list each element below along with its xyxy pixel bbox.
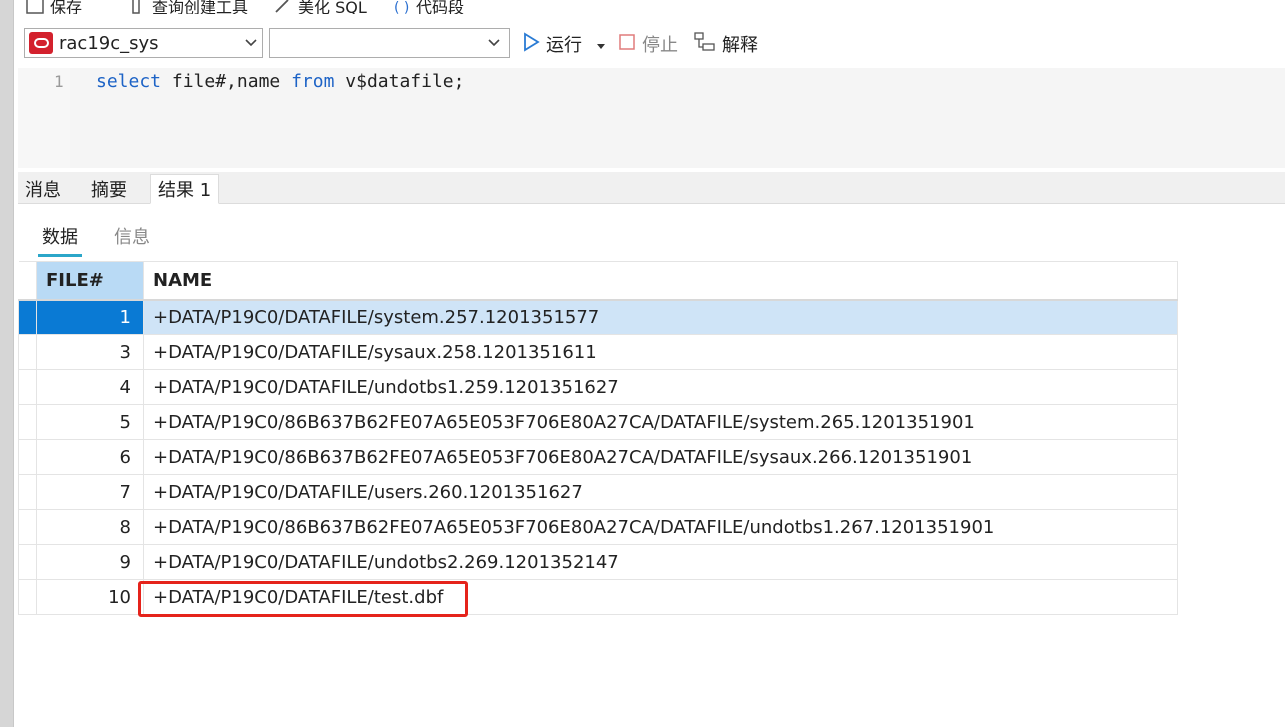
connection-value: rac19c_sys: [59, 32, 159, 54]
caret-down-icon: [596, 34, 606, 55]
query-builder-label: 查询创建工具: [152, 0, 249, 14]
result-tabs: 消息 摘要 结果 1: [18, 172, 1285, 204]
save-button[interactable]: 保存: [26, 0, 82, 14]
keyword-from: from: [291, 71, 335, 92]
top-toolbar: 保存 查询创建工具 美化 SQL ( ) 代码段: [18, 0, 1285, 14]
row-marker[interactable]: [18, 544, 37, 580]
table-row[interactable]: 4 +DATA/P19C0/DATAFILE/undotbs1.259.12013…: [18, 369, 1178, 405]
line-number: 1: [54, 72, 64, 91]
table-row[interactable]: 7 +DATA/P19C0/DATAFILE/users.260.12013516…: [18, 474, 1178, 510]
result-sub-tabs: 数据 信息: [18, 205, 1285, 261]
table-row[interactable]: 3 +DATA/P19C0/DATAFILE/sysaux.258.1201351…: [18, 334, 1178, 370]
play-icon: [522, 31, 540, 57]
row-marker[interactable]: [18, 299, 37, 335]
code-line: select file#,name from v$datafile;: [96, 71, 464, 92]
save-icon: [26, 0, 44, 14]
table-row[interactable]: 1 +DATA/P19C0/DATAFILE/system.257.1201351…: [18, 299, 1178, 335]
cell-name[interactable]: +DATA/P19C0/DATAFILE/undotbs2.269.120135…: [143, 544, 1178, 580]
query-builder-button[interactable]: 查询创建工具: [128, 0, 248, 14]
table-row[interactable]: 9 +DATA/P19C0/DATAFILE/undotbs2.269.12013…: [18, 544, 1178, 580]
tab-info[interactable]: 信息: [114, 223, 150, 249]
tab-result-1[interactable]: 结果 1: [150, 174, 220, 204]
cell-file[interactable]: 6: [36, 439, 144, 475]
row-marker[interactable]: [18, 474, 37, 510]
row-header-corner: [18, 261, 37, 301]
beautify-sql-button[interactable]: 美化 SQL: [274, 0, 367, 14]
cell-name[interactable]: +DATA/P19C0/DATAFILE/undotbs1.259.120135…: [143, 369, 1178, 405]
tab-data[interactable]: 数据: [38, 223, 82, 257]
connection-select[interactable]: rac19c_sys: [24, 28, 263, 58]
snippet-button[interactable]: ( ) 代码段: [392, 0, 464, 14]
chevron-down-icon: [240, 29, 262, 57]
stop-icon: [618, 33, 636, 56]
query-toolbar: rac19c_sys 运行 停止 解释: [18, 24, 1285, 66]
row-marker[interactable]: [18, 334, 37, 370]
row-marker[interactable]: [18, 369, 37, 405]
cell-name[interactable]: +DATA/P19C0/86B637B62FE07A65E053F706E80A…: [143, 439, 1178, 475]
table-row[interactable]: 8 +DATA/P19C0/86B637B62FE07A65E053F706E80…: [18, 509, 1178, 545]
cell-file[interactable]: 3: [36, 334, 144, 370]
explain-icon: [694, 31, 716, 57]
tab-messages[interactable]: 消息: [18, 174, 68, 204]
column-header-file[interactable]: FILE#: [36, 261, 144, 301]
magic-wand-icon: [274, 0, 292, 14]
save-label: 保存: [50, 0, 83, 14]
grid-body: 1 +DATA/P19C0/DATAFILE/system.257.1201351…: [18, 299, 1178, 615]
result-grid: FILE# NAME 1 +DATA/P19C0/DATAFILE/system.…: [18, 261, 1285, 727]
stop-button[interactable]: 停止: [618, 30, 678, 58]
cell-name[interactable]: +DATA/P19C0/86B637B62FE07A65E053F706E80A…: [143, 509, 1178, 545]
cell-name[interactable]: +DATA/P19C0/DATAFILE/users.260.120135162…: [143, 474, 1178, 510]
code-area[interactable]: select file#,name from v$datafile;: [70, 68, 1285, 168]
code-text: file#,name: [161, 71, 292, 92]
column-header-name[interactable]: NAME: [143, 261, 1178, 301]
keyword-select: select: [96, 71, 162, 92]
row-marker[interactable]: [18, 439, 37, 475]
code-text: v$datafile;: [334, 71, 465, 92]
row-marker[interactable]: [18, 404, 37, 440]
cell-file[interactable]: 1: [36, 299, 144, 335]
row-marker[interactable]: [18, 579, 37, 615]
table-row[interactable]: 5 +DATA/P19C0/86B637B62FE07A65E053F706E80…: [18, 404, 1178, 440]
chevron-down-icon: [483, 29, 505, 57]
beautify-sql-label: 美化 SQL: [298, 0, 367, 14]
run-button[interactable]: 运行: [522, 30, 582, 58]
cell-file[interactable]: 10: [36, 579, 144, 615]
tab-summary[interactable]: 摘要: [84, 174, 134, 204]
header-row: FILE# NAME: [18, 261, 1178, 301]
line-number-gutter: 1: [18, 68, 70, 168]
explain-button[interactable]: 解释: [694, 30, 758, 58]
run-label: 运行: [546, 35, 582, 56]
cell-name[interactable]: +DATA/P19C0/DATAFILE/system.257.12013515…: [143, 299, 1178, 335]
stop-label: 停止: [642, 35, 678, 56]
cell-name[interactable]: +DATA/P19C0/DATAFILE/sysaux.258.12013516…: [143, 334, 1178, 370]
database-select[interactable]: [269, 28, 510, 58]
snippet-label: 代码段: [416, 0, 465, 14]
query-builder-icon: [128, 0, 146, 14]
left-panel-edge: [0, 0, 14, 727]
cell-file[interactable]: 9: [36, 544, 144, 580]
table-row[interactable]: 6 +DATA/P19C0/86B637B62FE07A65E053F706E80…: [18, 439, 1178, 475]
cell-file[interactable]: 4: [36, 369, 144, 405]
sql-editor[interactable]: 1 select file#,name from v$datafile;: [18, 68, 1285, 168]
cell-name[interactable]: +DATA/P19C0/DATAFILE/test.dbf: [143, 579, 1178, 615]
explain-label: 解释: [722, 35, 758, 56]
cell-file[interactable]: 5: [36, 404, 144, 440]
cell-file[interactable]: 8: [36, 509, 144, 545]
braces-icon: ( ): [392, 0, 410, 14]
cell-file[interactable]: 7: [36, 474, 144, 510]
run-options-dropdown[interactable]: [596, 30, 606, 58]
row-marker[interactable]: [18, 509, 37, 545]
cell-name[interactable]: +DATA/P19C0/86B637B62FE07A65E053F706E80A…: [143, 404, 1178, 440]
table-row[interactable]: 10 +DATA/P19C0/DATAFILE/test.dbf: [18, 579, 1178, 615]
svg-text:( ): ( ): [394, 0, 409, 14]
data-table: FILE# NAME 1 +DATA/P19C0/DATAFILE/system.…: [18, 261, 1178, 615]
oracle-icon: [29, 32, 53, 54]
